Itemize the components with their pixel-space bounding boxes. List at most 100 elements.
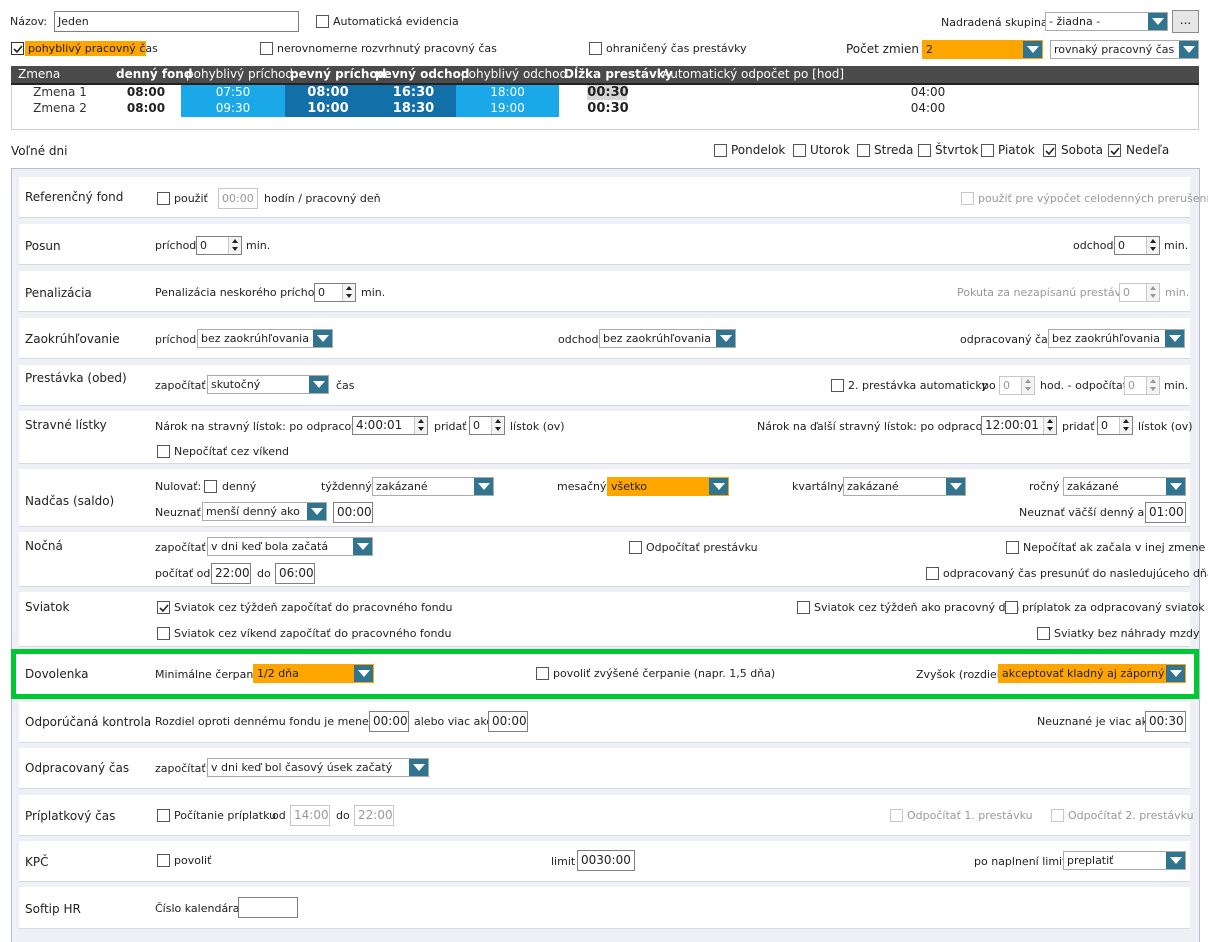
spinner-arrows-icon[interactable] (1146, 377, 1159, 394)
shift-row-2-poh-odchod[interactable]: 19:00 (456, 100, 559, 117)
spinner-arrows-icon[interactable] (491, 417, 504, 434)
nadcas-denny-checkbox[interactable] (204, 480, 217, 493)
ref-hodin-input[interactable]: 00:00 (218, 188, 258, 209)
chevron-down-icon[interactable] (716, 330, 735, 347)
shift-row-1-odpocet[interactable]: 04:00 (900, 84, 956, 101)
posun-prichod-spinner[interactable]: 0 (196, 236, 242, 255)
shift-row-1-prestavka[interactable]: 00:30 (580, 84, 636, 101)
dov-povolit-checkbox[interactable] (536, 667, 549, 680)
chevron-down-icon[interactable] (313, 330, 332, 347)
nadcas-neuznat2-time[interactable]: 01:00 (1145, 502, 1186, 523)
shift-row-2-odpocet[interactable]: 04:00 (900, 100, 956, 117)
nadcas-kvartalny-dropdown[interactable]: zakázané (843, 477, 966, 496)
shift-row-1-name[interactable]: Zmena 1 (30, 84, 90, 101)
spinner-arrows-icon[interactable] (1119, 417, 1132, 434)
prest-po-spinner[interactable]: 0 (999, 376, 1035, 395)
ellipsis-button[interactable]: ... (1172, 10, 1199, 33)
shift-row-1-pev-prichod[interactable]: 08:00 (285, 84, 371, 101)
spinner-arrows-icon[interactable] (1043, 417, 1056, 434)
nadcas-rocny-dropdown[interactable]: zakázané (1063, 477, 1186, 496)
automaticka-evidencia-checkbox[interactable] (316, 15, 329, 28)
ohraniceny-checkbox[interactable] (589, 42, 602, 55)
nazov-input[interactable]: Jeden (54, 11, 299, 32)
sviatok-vikend-checkbox[interactable] (157, 627, 170, 640)
dov-min-dropdown[interactable]: 1/2 dňa (253, 664, 374, 683)
shift-row-2-pev-odchod[interactable]: 18:30 (371, 100, 456, 117)
chevron-down-icon[interactable] (1179, 41, 1198, 58)
strav-vikend-checkbox[interactable] (157, 445, 170, 458)
chevron-down-icon[interactable] (353, 538, 372, 555)
strav-pridat2-spinner[interactable]: 0 (1097, 416, 1133, 435)
chevron-down-icon[interactable] (1166, 852, 1185, 869)
dov-zvysok-dropdown[interactable]: akceptovať kladný aj záporný (998, 664, 1186, 683)
shift-row-2-pev-prichod[interactable]: 10:00 (285, 100, 371, 117)
zaok-prichod-dropdown[interactable]: bez zaokrúhľovania (197, 329, 333, 348)
chevron-down-icon[interactable] (1165, 330, 1184, 347)
sviatok-pracovny-checkbox[interactable] (797, 601, 810, 614)
pen-pokuta-spinner[interactable]: 0 (1119, 283, 1160, 302)
day-checkbox-4[interactable] (918, 144, 931, 157)
sviatok-bez-nahrady-checkbox[interactable] (1037, 627, 1050, 640)
nocna-od-input[interactable]: 22:00 (211, 563, 251, 584)
chevron-down-icon[interactable] (474, 478, 493, 495)
pripl-odp1-checkbox[interactable] (890, 809, 903, 822)
nocna-do-input[interactable]: 06:00 (275, 563, 315, 584)
shift-row-1-pev-odchod[interactable]: 16:30 (371, 84, 456, 101)
chevron-down-icon[interactable] (1166, 478, 1185, 495)
spinner-arrows-icon[interactable] (228, 237, 241, 254)
sviatok-priplatok-checkbox[interactable] (1005, 601, 1018, 614)
chevron-down-icon[interactable] (409, 759, 428, 776)
chevron-down-icon[interactable] (1166, 665, 1185, 682)
rovnaky-dropdown[interactable]: rovnaký pracovný čas (1050, 40, 1199, 59)
odpk-val1-input[interactable]: 00:00 (369, 711, 409, 732)
nocna-presunut-checkbox[interactable] (926, 567, 939, 580)
chevron-down-icon[interactable] (1023, 41, 1042, 58)
day-checkbox-2[interactable] (793, 144, 806, 157)
nerovnomerne-checkbox[interactable] (260, 42, 273, 55)
chevron-down-icon[interactable] (307, 503, 326, 520)
shift-row-2-prestavka[interactable]: 00:30 (580, 100, 636, 117)
strav-pridat-spinner[interactable]: 0 (469, 416, 505, 435)
pripl-od-input[interactable]: 14:00 (290, 805, 330, 826)
nocna-nepocitat-checkbox[interactable] (1006, 541, 1019, 554)
softip-cislo-input[interactable] (238, 897, 298, 918)
strav-narok-spinner[interactable]: 4:00:01 (352, 416, 428, 435)
posun-odchod-spinner[interactable]: 0 (1114, 236, 1160, 255)
pripl-odp2-checkbox[interactable] (1051, 809, 1064, 822)
chevron-down-icon[interactable] (709, 478, 728, 495)
chevron-down-icon[interactable] (946, 478, 965, 495)
pohyblivy-checkbox[interactable] (11, 42, 24, 55)
spinner-arrows-icon[interactable] (1021, 377, 1034, 394)
strav-narok2-spinner[interactable]: 12:00:01 (981, 416, 1057, 435)
zaok-odchod-dropdown[interactable]: bez zaokrúhľovania (599, 329, 736, 348)
nadcas-neuznat-dropdown[interactable]: menší denný ako (202, 502, 327, 521)
prest-odp-spinner[interactable]: 0 (1124, 376, 1160, 395)
day-checkbox-6[interactable] (1043, 144, 1056, 157)
kpc-po-dropdown[interactable]: preplatiť (1063, 851, 1186, 870)
odpk-val3-input[interactable]: 00:30 (1145, 711, 1186, 732)
day-checkbox-5[interactable] (981, 144, 994, 157)
nadradena-dropdown[interactable]: - žiadna - (1045, 12, 1168, 31)
pripl-do-input[interactable]: 22:00 (354, 805, 394, 826)
pocet-zmien-dropdown[interactable]: 2 (922, 40, 1043, 59)
shift-row-1-fond[interactable]: 08:00 (116, 84, 176, 101)
shift-row-1-poh-prichod[interactable]: 07:50 (181, 84, 285, 101)
nocna-dropdown[interactable]: v dni keď bola začatá (207, 537, 373, 556)
spinner-arrows-icon[interactable] (414, 417, 427, 434)
zaok-odpr-dropdown[interactable]: bez zaokrúhľovania (1048, 329, 1185, 348)
chevron-down-icon[interactable] (1148, 13, 1167, 30)
kpc-povolit-checkbox[interactable] (157, 854, 170, 867)
sviatok-tyzden-checkbox[interactable] (157, 601, 170, 614)
odpc-dropdown[interactable]: v dni keď bol časový úsek začatý (207, 758, 429, 777)
prest-auto2-checkbox[interactable] (831, 379, 844, 392)
spinner-arrows-icon[interactable] (1146, 284, 1159, 301)
chevron-down-icon[interactable] (309, 376, 328, 393)
shift-row-2-poh-prichod[interactable]: 09:30 (181, 100, 285, 117)
shift-row-2-name[interactable]: Zmena 2 (30, 100, 90, 117)
day-checkbox-1[interactable] (714, 144, 727, 157)
nadcas-mesacny-dropdown[interactable]: všetko (607, 477, 729, 496)
pripl-pocitanie-checkbox[interactable] (157, 809, 170, 822)
ref-celodenne-checkbox[interactable] (961, 192, 974, 205)
nadcas-tyzdenny-dropdown[interactable]: zakázané (372, 477, 494, 496)
chevron-down-icon[interactable] (354, 665, 373, 682)
